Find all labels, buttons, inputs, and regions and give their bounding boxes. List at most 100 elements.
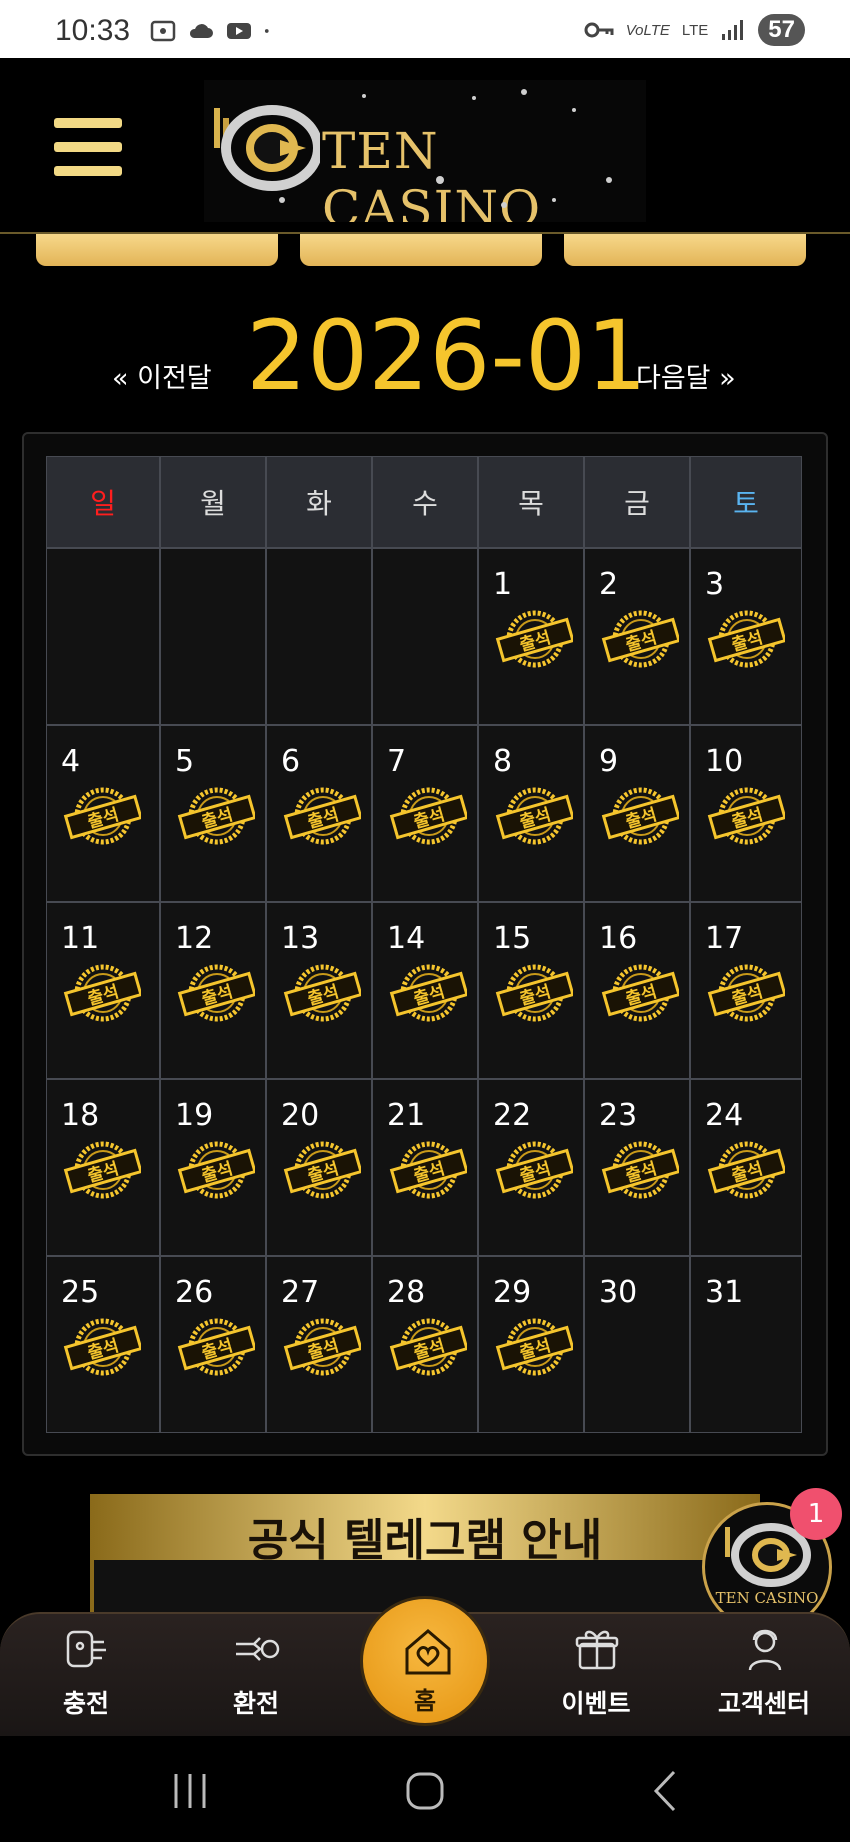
menu-icon[interactable] — [54, 118, 122, 176]
day-number: 8 — [493, 744, 513, 779]
nav-home-label: 홈 — [413, 1687, 437, 1715]
calendar-day-cell: 21 출석 — [372, 1079, 478, 1256]
calendar-day-cell: 24 출석 — [690, 1079, 802, 1256]
calendar-day-cell: 31 — [690, 1256, 802, 1433]
day-number: 17 — [705, 921, 744, 956]
attendance-stamp-icon: 출석 — [601, 1136, 681, 1202]
day-number: 10 — [705, 744, 744, 779]
attendance-stamp-icon: 출석 — [495, 1313, 575, 1379]
attendance-stamp-icon: 출석 — [283, 959, 363, 1025]
day-number: 20 — [281, 1098, 320, 1133]
attendance-stamp-icon: 출석 — [389, 782, 469, 848]
calendar-day-cell: 29 출석 — [478, 1256, 584, 1433]
calendar-day-cell: 20 출석 — [266, 1079, 372, 1256]
calendar-empty-cell — [372, 548, 478, 725]
gift-icon — [575, 1630, 619, 1670]
youtube-icon — [227, 23, 251, 39]
calendar-day-cell: 27 출석 — [266, 1256, 372, 1433]
screenshot-icon — [150, 20, 176, 42]
recent-apps-icon[interactable] — [160, 1766, 220, 1816]
weekday-wed: 수 — [372, 456, 478, 548]
calendar-day-cell: 30 — [584, 1256, 690, 1433]
nav-exchange[interactable]: 환전 — [196, 1614, 316, 1738]
home-system-icon[interactable] — [396, 1766, 456, 1816]
status-bar: 10:33 VoLTE LTE 57 — [0, 0, 850, 58]
day-number: 3 — [705, 567, 725, 602]
attendance-calendar: 일 월 화 수 목 금 토 1 출석 2 출석 3 출석 4 출석 5 출석 6 출석 7 출석 8 출석 9 출… — [22, 432, 828, 1456]
day-number: 28 — [387, 1275, 426, 1310]
attendance-stamp-icon: 출석 — [63, 1313, 143, 1379]
prev-month-link[interactable]: « 이전달 — [112, 356, 212, 395]
attendance-stamp-icon: 출석 — [707, 605, 787, 671]
status-time: 10:33 — [55, 14, 131, 47]
attendance-stamp-icon: 출석 — [495, 1136, 575, 1202]
attendance-stamp-icon: 출석 — [63, 1136, 143, 1202]
month-title: 2026-01 — [246, 300, 648, 412]
calendar-day-cell: 1 출석 — [478, 548, 584, 725]
snowflake-decoration — [279, 89, 612, 208]
site-logo[interactable]: TEN CASINO — [204, 80, 646, 222]
cloud-icon — [189, 24, 213, 38]
calendar-day-cell: 11 출석 — [46, 902, 160, 1079]
calendar-day-cell: 14 출석 — [372, 902, 478, 1079]
day-number: 13 — [281, 921, 320, 956]
attendance-stamp-icon: 출석 — [177, 1136, 257, 1202]
day-number: 26 — [175, 1275, 214, 1310]
day-number: 18 — [61, 1098, 100, 1133]
attendance-stamp-icon: 출석 — [601, 959, 681, 1025]
attendance-stamp-icon: 출석 — [707, 1136, 787, 1202]
day-number: 16 — [599, 921, 638, 956]
calendar-day-cell: 3 출석 — [690, 548, 802, 725]
top-menu-button-3[interactable] — [564, 234, 806, 266]
calendar-day-cell: 22 출석 — [478, 1079, 584, 1256]
attendance-stamp-icon: 출석 — [707, 959, 787, 1025]
attendance-stamp-icon: 출석 — [283, 1313, 363, 1379]
deposit-icon — [66, 1630, 106, 1668]
calendar-day-cell: 2 출석 — [584, 548, 690, 725]
nav-support[interactable]: 고객센터 — [704, 1614, 824, 1738]
attendance-stamp-icon: 출석 — [177, 959, 257, 1025]
day-number: 30 — [599, 1275, 638, 1310]
nav-event[interactable]: 이벤트 — [536, 1614, 656, 1738]
calendar-day-cell: 17 출석 — [690, 902, 802, 1079]
calendar-day-cell: 10 출석 — [690, 725, 802, 902]
calendar-day-cell: 25 출석 — [46, 1256, 160, 1433]
calendar-day-cell: 6 출석 — [266, 725, 372, 902]
day-number: 6 — [281, 744, 301, 779]
attendance-stamp-icon: 출석 — [601, 782, 681, 848]
top-menu-button-1[interactable] — [36, 234, 278, 266]
calendar-day-cell: 8 출석 — [478, 725, 584, 902]
notification-badge: 1 — [790, 1488, 842, 1540]
weekday-thu: 목 — [478, 456, 584, 548]
day-number: 4 — [61, 744, 81, 779]
back-icon[interactable] — [636, 1766, 696, 1816]
floating-logo-text: TEN CASINO — [715, 1589, 819, 1607]
nav-event-label: 이벤트 — [561, 1689, 631, 1718]
calendar-day-cell: 12 출석 — [160, 902, 266, 1079]
attendance-stamp-icon: 출석 — [389, 1313, 469, 1379]
battery-indicator: 57 — [758, 14, 805, 46]
nav-home[interactable]: 홈 — [360, 1596, 490, 1726]
banner-title: 공식 텔레그램 안내 — [247, 1515, 603, 1566]
weekday-fri: 금 — [584, 456, 690, 548]
calendar-day-cell: 7 출석 — [372, 725, 478, 902]
attendance-stamp-icon: 출석 — [707, 782, 787, 848]
signal-icon — [722, 20, 744, 40]
calendar-day-cell: 16 출석 — [584, 902, 690, 1079]
day-number: 25 — [61, 1275, 100, 1310]
day-number: 12 — [175, 921, 214, 956]
top-menu-button-2[interactable] — [300, 234, 542, 266]
nav-support-label: 고객센터 — [717, 1689, 810, 1718]
day-number: 2 — [599, 567, 619, 602]
attendance-stamp-icon: 출석 — [495, 605, 575, 671]
calendar-day-cell: 19 출석 — [160, 1079, 266, 1256]
day-number: 22 — [493, 1098, 532, 1133]
day-number: 31 — [705, 1275, 744, 1310]
calendar-day-cell: 4 출석 — [46, 725, 160, 902]
nav-deposit[interactable]: 충전 — [26, 1614, 146, 1738]
next-month-link[interactable]: 다음달 » — [636, 356, 736, 395]
calendar-grid: 1 출석 2 출석 3 출석 4 출석 5 출석 6 출석 7 출석 8 출석 9 출석 10 출석 11 출석 12 출석 1… — [46, 548, 808, 1433]
weekday-mon: 월 — [160, 456, 266, 548]
day-number: 9 — [599, 744, 619, 779]
attendance-stamp-icon: 출석 — [283, 782, 363, 848]
